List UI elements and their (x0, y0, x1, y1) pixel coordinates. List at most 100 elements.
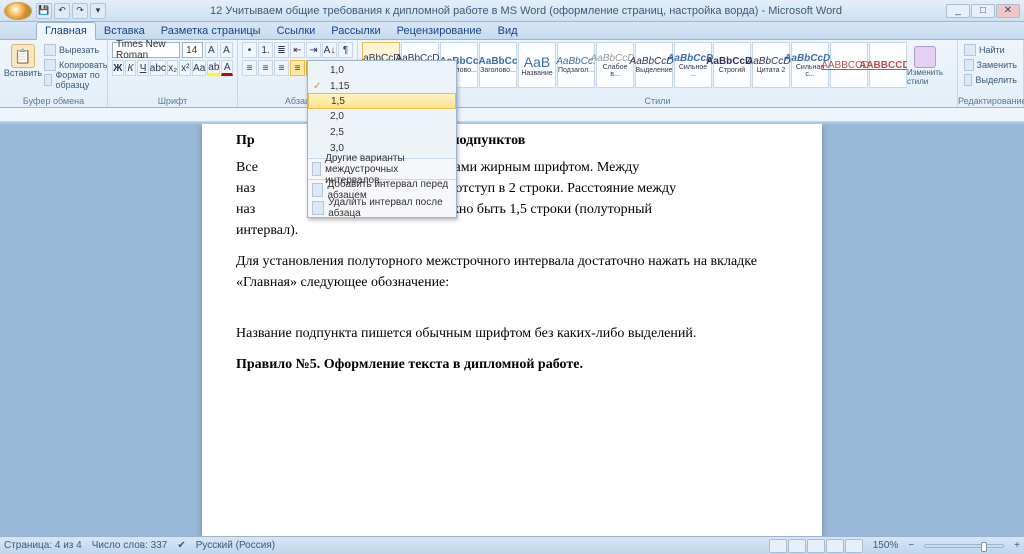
tab-insert[interactable]: Вставка (96, 23, 153, 39)
format-painter-icon (44, 74, 52, 86)
subscript-button[interactable]: x₂ (167, 60, 179, 76)
style-intense-ref[interactable]: AABBCCDD (869, 42, 907, 88)
ls-option-2-0[interactable]: 2,0 (308, 108, 456, 124)
tab-home[interactable]: Главная (36, 22, 96, 40)
ls-option-1-15[interactable]: ✓1,15 (308, 78, 456, 94)
sort-button[interactable]: A↓ (322, 42, 337, 58)
replace-icon (964, 59, 974, 71)
strike-button[interactable]: abc (150, 60, 166, 76)
style-emphasis[interactable]: AaBbCcDcВыделение (635, 42, 673, 88)
align-center-button[interactable]: ≡ (258, 60, 273, 76)
shrink-font-icon[interactable]: A (220, 42, 233, 58)
paste-button[interactable]: 📋 Вставить (4, 42, 42, 88)
ls-option-2-5[interactable]: 2,5 (308, 124, 456, 140)
zoom-level[interactable]: 150% (873, 540, 899, 551)
style-title[interactable]: AaBНазвание (518, 42, 556, 88)
office-button[interactable] (4, 2, 32, 20)
numbering-button[interactable]: 1. (258, 42, 273, 58)
status-words[interactable]: Число слов: 337 (92, 540, 168, 551)
redo-icon[interactable]: ↷ (72, 3, 88, 19)
quick-access-toolbar: 💾 ↶ ↷ ▾ (36, 3, 106, 19)
multilevel-button[interactable]: ≣ (274, 42, 289, 58)
outline-view[interactable] (826, 539, 844, 553)
window-title: 12 Учитываем общие требования к дипломно… (106, 5, 946, 17)
replace-button[interactable]: Заменить (962, 58, 1019, 72)
statusbar: Страница: 4 из 4 Число слов: 337 ✔ Русск… (0, 536, 1024, 554)
ls-option-3-0[interactable]: 3,0 (308, 140, 456, 156)
ribbon: 📋 Вставить Вырезать Копировать Формат по… (0, 40, 1024, 108)
align-right-button[interactable]: ≡ (274, 60, 289, 76)
style-subtle-emph[interactable]: AaBbCcDcСлабое в... (596, 42, 634, 88)
paragraph-4: Правило №5. Оформление текста в дипломно… (236, 354, 788, 375)
page[interactable]: Правило №4. Оформление глав и подпунктов… (202, 124, 822, 536)
style-heading2[interactable]: AaBbCcЗаголово... (479, 42, 517, 88)
superscript-button[interactable]: x² (179, 60, 191, 76)
justify-button[interactable]: ≡ (290, 60, 305, 76)
minimize-button[interactable]: _ (946, 4, 970, 18)
zoom-out-button[interactable]: − (908, 540, 914, 551)
tab-review[interactable]: Рецензирование (389, 23, 490, 39)
copy-icon (44, 59, 56, 71)
group-clipboard: 📋 Вставить Вырезать Копировать Формат по… (0, 40, 108, 107)
ruler[interactable] (0, 108, 1024, 122)
cut-button[interactable]: Вырезать (42, 43, 109, 57)
italic-button[interactable]: К (125, 60, 137, 76)
qat-customize-icon[interactable]: ▾ (90, 3, 106, 19)
paragraph-2: Для установления полуторного межстрочног… (236, 251, 788, 293)
style-quote[interactable]: AaBbCcDcЦитата 2 (752, 42, 790, 88)
zoom-slider[interactable] (924, 544, 1004, 548)
group-font: Times New Roman 14 A A Ж К Ч abc x₂ x² A… (108, 40, 238, 107)
status-page[interactable]: Страница: 4 из 4 (4, 540, 82, 551)
paragraph-3: Название подпункта пишется обычным шрифт… (236, 323, 788, 344)
change-case-button[interactable]: Aa (192, 60, 206, 76)
ls-remove-after[interactable]: Удалить интервал после абзаца (308, 199, 456, 217)
style-strong[interactable]: AaBbCcDcСтрогий (713, 42, 751, 88)
underline-button[interactable]: Ч (137, 60, 149, 76)
select-button[interactable]: Выделить (962, 73, 1019, 87)
tab-view[interactable]: Вид (490, 23, 526, 39)
view-buttons (769, 539, 863, 553)
increase-indent-button[interactable]: ⇥ (306, 42, 321, 58)
zoom-handle[interactable] (981, 542, 987, 552)
style-subtitle[interactable]: AaBbCc.Подзагол... (557, 42, 595, 88)
bold-button[interactable]: Ж (112, 60, 124, 76)
grow-font-icon[interactable]: A (205, 42, 218, 58)
save-icon[interactable]: 💾 (36, 3, 52, 19)
document-area[interactable]: Правило №4. Оформление глав и подпунктов… (0, 124, 1024, 536)
ls-more-options[interactable]: Другие варианты междустрочных интервалов… (308, 160, 456, 178)
find-button[interactable]: Найти (962, 43, 1019, 57)
status-language[interactable]: Русский (Россия) (196, 540, 275, 551)
font-size-combo[interactable]: 14 (182, 42, 203, 58)
ls-option-1-5[interactable]: 1,5 (308, 93, 456, 109)
change-styles-button[interactable]: Изменить стили (907, 42, 943, 88)
ribbon-tabs: Главная Вставка Разметка страницы Ссылки… (0, 22, 1024, 40)
fullscreen-view[interactable] (788, 539, 806, 553)
font-color-button[interactable]: A (221, 60, 233, 76)
bullets-button[interactable]: • (242, 42, 257, 58)
format-painter-button[interactable]: Формат по образцу (42, 73, 109, 87)
check-icon: ✓ (313, 81, 321, 92)
tab-references[interactable]: Ссылки (269, 23, 324, 39)
print-layout-view[interactable] (769, 539, 787, 553)
undo-icon[interactable]: ↶ (54, 3, 70, 19)
decrease-indent-button[interactable]: ⇤ (290, 42, 305, 58)
zoom-in-button[interactable]: + (1014, 540, 1020, 551)
font-name-combo[interactable]: Times New Roman (112, 42, 180, 58)
find-icon (964, 44, 976, 56)
status-proof-icon[interactable]: ✔ (177, 540, 185, 551)
ls-before-icon (312, 183, 323, 197)
web-layout-view[interactable] (807, 539, 825, 553)
select-icon (964, 74, 972, 86)
maximize-button[interactable]: □ (971, 4, 995, 18)
close-button[interactable]: ✕ (996, 4, 1020, 18)
cut-icon (44, 44, 56, 56)
line-spacing-menu: 1,0 ✓1,15 1,5 2,0 2,5 3,0 Другие вариант… (307, 60, 457, 218)
ls-option-1-0[interactable]: 1,0 (308, 62, 456, 78)
draft-view[interactable] (845, 539, 863, 553)
tab-mailings[interactable]: Рассылки (323, 23, 388, 39)
tab-page-layout[interactable]: Разметка страницы (153, 23, 269, 39)
align-left-button[interactable]: ≡ (242, 60, 257, 76)
highlight-color-button[interactable]: ab (207, 60, 220, 76)
show-marks-button[interactable]: ¶ (338, 42, 353, 58)
titlebar: 💾 ↶ ↷ ▾ 12 Учитываем общие требования к … (0, 0, 1024, 22)
